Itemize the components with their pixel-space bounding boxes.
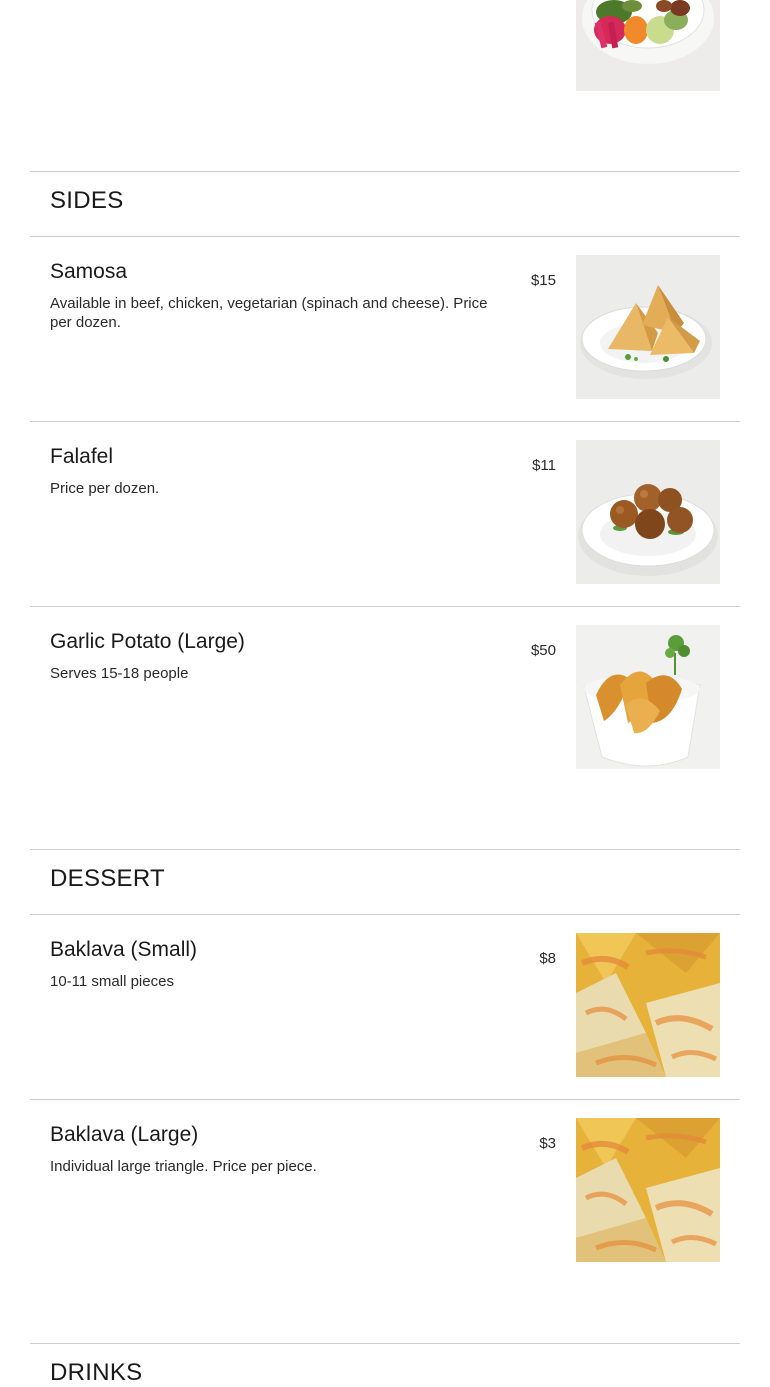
item-divider [30, 421, 740, 422]
section-divider [30, 849, 740, 850]
item-price: $8 [539, 950, 556, 967]
section-title-drinks: DRINKS [50, 1359, 143, 1386]
baklava-photo[interactable] [576, 1118, 720, 1262]
falafel-photo[interactable] [576, 440, 720, 584]
item-description: 10-11 small pieces [50, 973, 174, 990]
section-title-dessert: DESSERT [50, 865, 166, 892]
item-description: Individual large triangle. Price per pie… [50, 1158, 317, 1175]
section-title-sides: SIDES [50, 187, 124, 214]
samosa-photo[interactable] [576, 255, 720, 399]
item-name-garlic-potato[interactable]: Garlic Potato (Large) [50, 629, 245, 655]
item-divider [30, 606, 740, 607]
item-name-baklava-small[interactable]: Baklava (Small) [50, 937, 197, 963]
section-divider [30, 1343, 740, 1344]
item-name-falafel[interactable]: Falafel [50, 444, 113, 470]
garlic-potato-photo[interactable] [576, 625, 720, 769]
item-price: $15 [530, 272, 556, 289]
section-divider [30, 236, 740, 237]
item-price: $3 [539, 1135, 556, 1152]
item-description: Available in beef, chicken, vegetarian (… [50, 295, 488, 331]
salad-plate-photo [576, 0, 720, 91]
section-divider [30, 914, 740, 915]
item-price: $50 [530, 642, 556, 659]
item-name-samosa[interactable]: Samosa [50, 259, 127, 285]
item-divider [30, 1099, 740, 1100]
item-price: $11 [532, 457, 556, 474]
section-divider [30, 171, 740, 172]
item-name-baklava-large[interactable]: Baklava (Large) [50, 1122, 198, 1148]
item-description: Price per dozen. [50, 480, 160, 497]
item-description: Serves 15-18 people [50, 665, 189, 682]
baklava-photo[interactable] [576, 933, 720, 1077]
